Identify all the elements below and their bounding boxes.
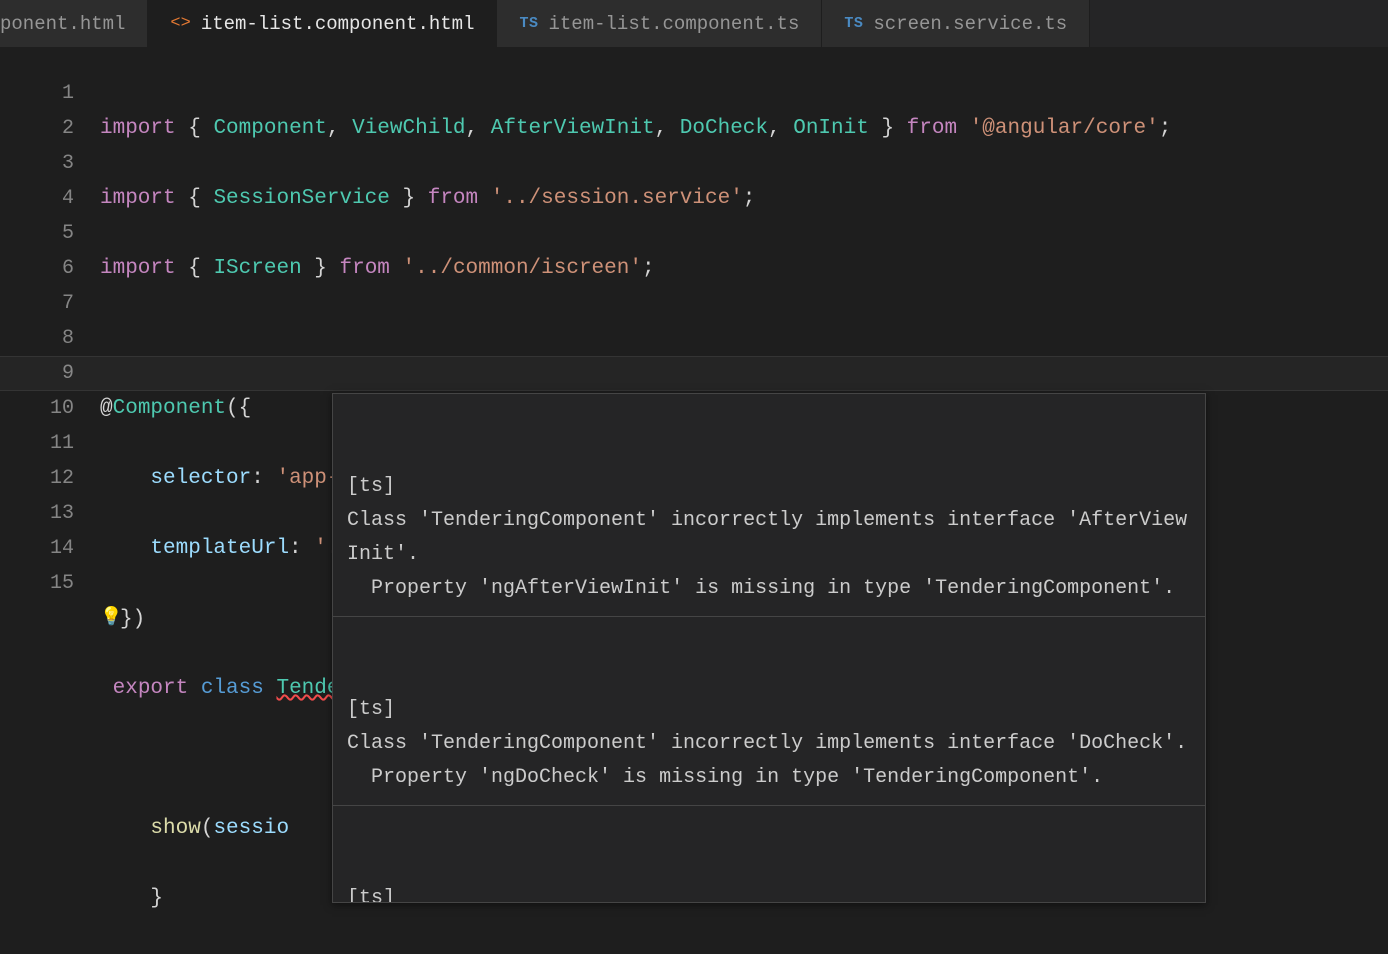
- tab-item-list-component-html[interactable]: <> item-list.component.html: [148, 0, 497, 47]
- tab-label: screen.service.ts: [873, 13, 1067, 35]
- token-paren: ): [133, 608, 146, 631]
- code-content[interactable]: import { Component, ViewChild, AfterView…: [100, 48, 1173, 954]
- token-string: '../common/iscreen': [403, 257, 642, 280]
- token-type: Component: [213, 117, 326, 140]
- token-type: ViewChild: [352, 117, 465, 140]
- token-comma: ,: [466, 117, 479, 140]
- token-comma: ,: [655, 117, 668, 140]
- line-number: 1: [0, 76, 74, 111]
- token-brace: {: [188, 117, 201, 140]
- code-line: import { Component, ViewChild, AfterView…: [100, 111, 1173, 146]
- hover-error-widget[interactable]: [ts] Class 'TenderingComponent' incorrec…: [332, 393, 1206, 903]
- line-number: 15: [0, 566, 74, 601]
- token-param: sessio: [213, 817, 289, 840]
- tab-label: item-list.component.ts: [549, 13, 800, 35]
- token-keyword: import: [100, 187, 176, 210]
- token-type: DoCheck: [680, 117, 768, 140]
- token-brace: {: [239, 397, 252, 420]
- token-semi: ;: [1159, 117, 1172, 140]
- token-at: @: [100, 397, 113, 420]
- hover-error-block: [ts] Class 'TenderingComponent' incorrec…: [333, 462, 1205, 617]
- line-number: 5: [0, 216, 74, 251]
- tab-item-list-component-ts[interactable]: TS item-list.component.ts: [497, 0, 822, 47]
- token-decorator: Component: [113, 397, 226, 420]
- token-paren: (: [201, 817, 214, 840]
- token-semi: ;: [642, 257, 655, 280]
- tab-component-html-partial[interactable]: ponent.html: [0, 0, 148, 47]
- token-brace: {: [188, 257, 201, 280]
- line-number: 10: [0, 391, 74, 426]
- tab-label: item-list.component.html: [201, 13, 475, 35]
- hover-error-block: [ts] Class 'TenderingComponent' incorrec…: [333, 685, 1205, 806]
- token-string: '@angular/core': [970, 117, 1159, 140]
- token-type: OnInit: [793, 117, 869, 140]
- line-number: 13: [0, 496, 74, 531]
- token-brace: }: [881, 117, 894, 140]
- line-number: 6: [0, 251, 74, 286]
- lightbulb-icon[interactable]: 💡: [100, 601, 120, 636]
- code-line: import { SessionService } from '../sessi…: [100, 181, 1173, 216]
- line-number-gutter: 1 2 3 4 5 6 7 8 9 10 11 12 13 14 15: [0, 48, 100, 954]
- token-brace: }: [120, 608, 133, 631]
- line-number: 8: [0, 321, 74, 356]
- token-comma: ,: [768, 117, 781, 140]
- ts-icon: TS: [519, 15, 538, 32]
- tab-bar: ponent.html <> item-list.component.html …: [0, 0, 1388, 48]
- token-keyword: from: [907, 117, 957, 140]
- token-brace: }: [314, 257, 327, 280]
- token-type: SessionService: [213, 187, 389, 210]
- token-colon: :: [251, 467, 264, 490]
- ts-icon: TS: [844, 15, 863, 32]
- token-comma: ,: [327, 117, 340, 140]
- token-property: templateUrl: [150, 537, 289, 560]
- html-icon: <>: [170, 14, 190, 33]
- token-type: AfterViewInit: [491, 117, 655, 140]
- editor-area[interactable]: 1 2 3 4 5 6 7 8 9 10 11 12 13 14 15 impo…: [0, 48, 1388, 954]
- tab-screen-service-ts[interactable]: TS screen.service.ts: [822, 0, 1090, 47]
- token-colon: :: [289, 537, 302, 560]
- tab-label: ponent.html: [0, 13, 125, 35]
- line-number: 14: [0, 531, 74, 566]
- line-number: 9: [0, 356, 74, 391]
- token-function: show: [150, 817, 200, 840]
- token-keyword: export: [113, 677, 189, 700]
- token-keyword: from: [340, 257, 390, 280]
- code-line: [100, 321, 1173, 356]
- token-brace: }: [150, 887, 163, 910]
- line-number: 7: [0, 286, 74, 321]
- hover-error-block: [ts] Class 'TenderingComponent' incorrec…: [333, 874, 1205, 903]
- line-number: 3: [0, 146, 74, 181]
- token-string: '../session.service': [491, 187, 743, 210]
- line-number: 2: [0, 111, 74, 146]
- token-brace: }: [403, 187, 416, 210]
- token-keyword: import: [100, 257, 176, 280]
- token-semi: ;: [743, 187, 756, 210]
- token-type: IScreen: [213, 257, 301, 280]
- code-line: import { IScreen } from '../common/iscre…: [100, 251, 1173, 286]
- line-number: 4: [0, 181, 74, 216]
- token-brace: {: [188, 187, 201, 210]
- token-property: selector: [150, 467, 251, 490]
- token-keyword: from: [428, 187, 478, 210]
- line-number: 12: [0, 461, 74, 496]
- token-keyword: class: [201, 677, 264, 700]
- line-number: 11: [0, 426, 74, 461]
- token-paren: (: [226, 397, 239, 420]
- token-keyword: import: [100, 117, 176, 140]
